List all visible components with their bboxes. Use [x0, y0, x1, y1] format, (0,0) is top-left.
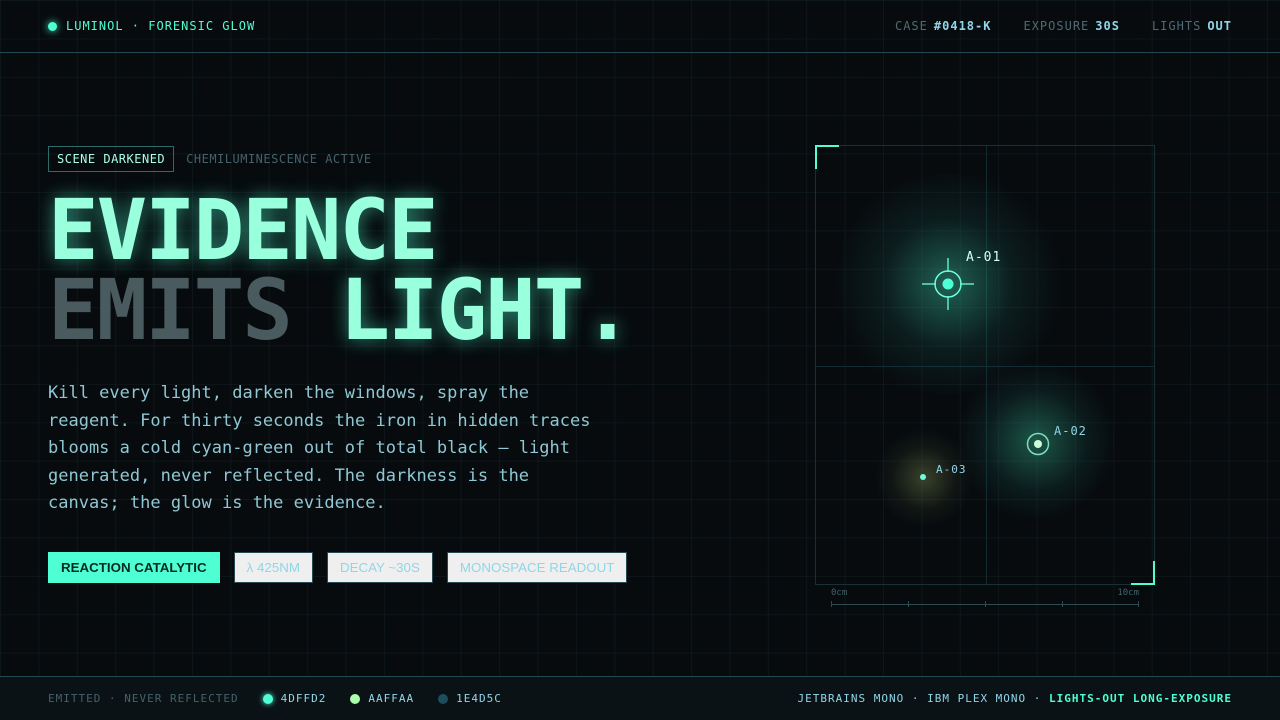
target-ring-icon[interactable]: [1025, 431, 1051, 457]
scale-tick: [985, 601, 986, 607]
scale-tick: [1062, 601, 1063, 607]
mode-label: LIGHTS-OUT LONG-EXPOSURE: [1049, 692, 1232, 705]
decay-chip[interactable]: DECAY ~30S: [326, 552, 433, 583]
swatch-label: 1E4D5C: [456, 692, 502, 705]
title-line-2: EMITS LIGHT.: [48, 261, 633, 359]
scale-tick: [1138, 601, 1139, 607]
title-line-1: EVIDENCE: [48, 181, 439, 279]
title-glow-word: LIGHT.: [339, 261, 632, 359]
readout-chip[interactable]: MONOSPACE READOUT: [446, 552, 628, 583]
bottom-left: EMITTED · NEVER REFLECTED 4DFFD2 AAFFAA …: [48, 692, 502, 705]
corner-bracket-icon: [1131, 561, 1155, 585]
evidence-panel: A-01 A-02 A-03: [815, 145, 1155, 585]
scale-tick: [831, 601, 832, 607]
lights-readout: LIGHTS OUT: [1152, 19, 1232, 33]
swatch-dot-icon: [438, 693, 449, 704]
scale-tick: [908, 601, 909, 607]
font-credits: JETBRAINS MONO · IBM PLEX MONO · LIGHTS-…: [798, 692, 1233, 705]
exposure-value: 30S: [1095, 19, 1120, 33]
meta-readouts: CASE #0418-K EXPOSURE 30S LIGHTS OUT: [895, 19, 1232, 33]
font-list: JETBRAINS MONO · IBM PLEX MONO ·: [797, 692, 1050, 705]
hero-description: Kill every light, darken the windows, sp…: [48, 383, 591, 513]
lights-value: OUT: [1207, 19, 1232, 33]
swatch-accent: 4DFFD2: [262, 692, 327, 705]
case-label: CASE: [894, 19, 928, 33]
marker-label-a01: A-01: [966, 250, 1002, 265]
case-readout: CASE #0418-K: [895, 19, 991, 33]
lights-label: LIGHTS: [1151, 19, 1202, 33]
swatch-dot-icon: [350, 693, 361, 704]
tagline: EMITTED · NEVER REFLECTED: [48, 692, 239, 705]
corner-bracket-icon: [815, 145, 839, 169]
title-dim-word: EMITS: [48, 261, 293, 359]
crosshair-icon[interactable]: [921, 257, 975, 311]
swatch-secondary: AAFFAA: [350, 692, 414, 705]
scale-end-label: 10cm: [1117, 588, 1139, 598]
status-dot-icon: [48, 21, 57, 31]
status-row: SCENE DARKENED CHEMILUMINESCENCE ACTIVE: [48, 146, 372, 172]
brand[interactable]: LUMINOL · FORENSIC GLOW: [48, 19, 255, 33]
swatch-deep: 1E4D5C: [438, 692, 502, 705]
swatch-label: 4DFFD2: [280, 692, 327, 705]
bottom-bar: EMITTED · NEVER REFLECTED 4DFFD2 AAFFAA …: [0, 676, 1280, 720]
marker-label-a02: A-02: [1054, 424, 1087, 438]
scale-start-label: 0cm: [831, 588, 848, 598]
page-title: EVIDENCE EMITS LIGHT.: [48, 181, 633, 352]
marker-label-a03: A-03: [936, 463, 967, 476]
chip-row: REACTION CATALYTIC λ 425NM DECAY ~30S MO…: [48, 552, 628, 583]
status-badge: SCENE DARKENED: [48, 146, 175, 172]
swatch-dot-icon: [262, 693, 273, 704]
case-value: #0418-K: [933, 19, 992, 33]
reaction-chip[interactable]: REACTION CATALYTIC: [48, 552, 220, 583]
wavelength-chip[interactable]: λ 425NM: [233, 552, 313, 583]
brand-label: LUMINOL · FORENSIC GLOW: [66, 19, 256, 33]
status-subtext: CHEMILUMINESCENCE ACTIVE: [186, 152, 372, 166]
swatch-label: AAFFAA: [368, 692, 415, 705]
top-bar: LUMINOL · FORENSIC GLOW CASE #0418-K EXPO…: [0, 0, 1280, 53]
exposure-label: EXPOSURE: [1023, 19, 1090, 33]
exposure-readout: EXPOSURE 30S: [1023, 19, 1119, 33]
trace-dot-icon[interactable]: [919, 473, 927, 481]
